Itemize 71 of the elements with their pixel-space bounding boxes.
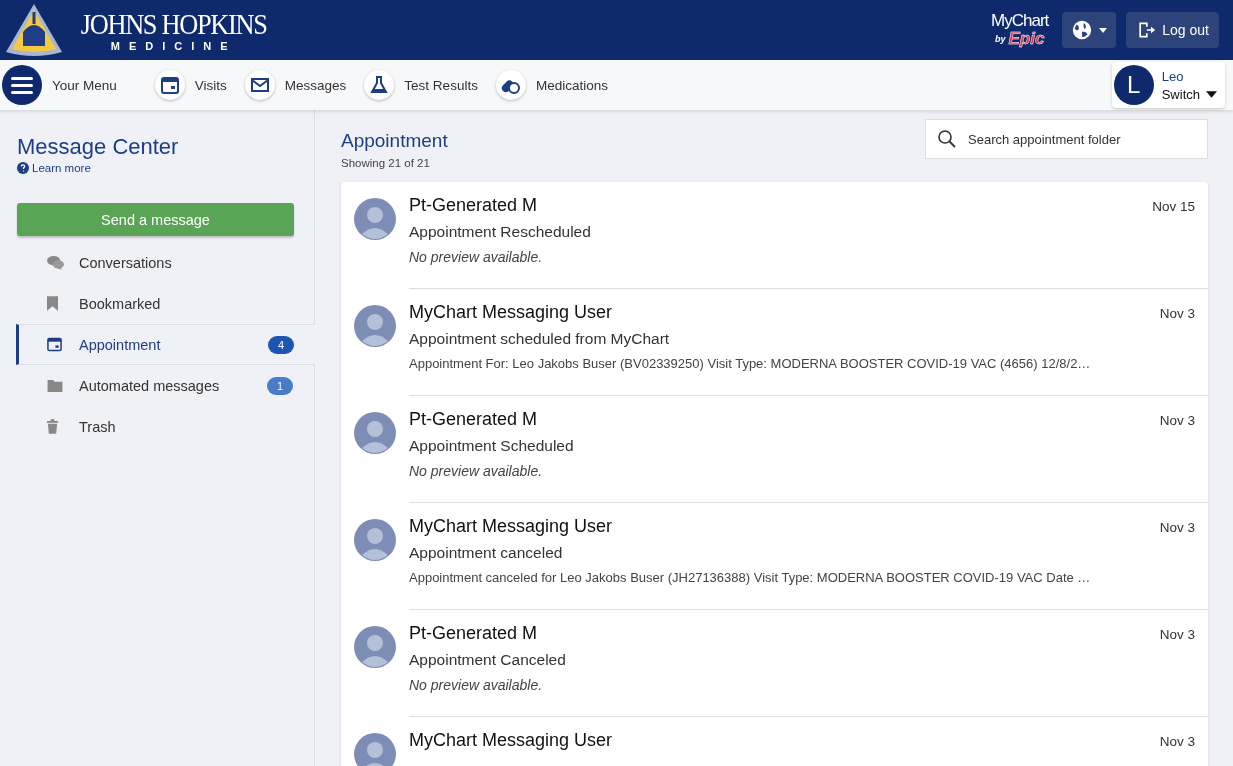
nav-link[interactable]: Test Results (364, 70, 478, 100)
flask-icon (369, 75, 390, 95)
switch-label: Switch (1161, 86, 1200, 102)
bookmark-icon (47, 296, 58, 311)
nav-link[interactable]: Messages (244, 70, 347, 100)
search-icon (937, 129, 957, 149)
calendar-icon (159, 75, 180, 95)
message-date: Nov 15 (1152, 199, 1195, 214)
message-subject: Appointment Rescheduled (409, 223, 592, 241)
user-initial: L (1113, 65, 1154, 105)
message-subject: Appointment Canceled (409, 651, 567, 669)
message-preview: No preview available. (409, 677, 544, 693)
message-sender[interactable]: MyChart Messaging User (409, 302, 613, 323)
brand-name: MyChart (991, 12, 1049, 30)
help-icon (17, 162, 29, 174)
folder-item[interactable]: Appointment 4 (16, 324, 315, 365)
folder-item[interactable]: Bookmarked (16, 283, 314, 324)
message-preview: Appointment canceled for Leo Jakobs Buser (JH27136388) Visit Type: MODERNA BOOSTER COVID-19 VAC Date … (409, 570, 1092, 585)
trash-icon (47, 419, 58, 434)
message-date: Nov 3 (1159, 520, 1195, 535)
message-subject: Appointment canceled (409, 544, 564, 562)
envelope-icon (249, 75, 270, 95)
folder-item[interactable]: Conversations (16, 242, 314, 283)
learn-more-link[interactable]: Learn more (17, 162, 91, 174)
chat-bubbles-icon (47, 255, 64, 270)
brand-vendor: Epic (1008, 30, 1045, 48)
search-field[interactable]: Search appointment folder (925, 119, 1208, 159)
language-button[interactable] (1062, 12, 1117, 48)
avatar-icon (354, 412, 396, 454)
message-preview: No preview available. (409, 463, 544, 479)
message-preview: No preview available. (409, 249, 544, 265)
message-subject: Appointment scheduled from MyChart (409, 330, 671, 348)
folder-item[interactable]: Automated messages 1 (16, 365, 314, 406)
folder-item[interactable]: Trash (16, 406, 314, 447)
logout-button[interactable]: Log out (1126, 12, 1219, 48)
message-sender[interactable]: Pt-Generated M (409, 623, 538, 644)
calendar-icon (47, 337, 62, 352)
folder-title: Appointment (341, 130, 448, 152)
result-count: Showing 21 of 21 (341, 157, 431, 169)
menu-button[interactable]: Your Menu (2, 65, 117, 105)
avatar-icon (354, 305, 396, 347)
user-name: Leo (1161, 68, 1184, 84)
message-preview: Appointment For: Leo Jakobs Buser (BV02339250) Visit Type: MODERNA BOOSTER COVID-19 VAC (4656) 12/8/2… (409, 356, 1092, 371)
account-switcher[interactable]: L Leo Switch (1111, 62, 1225, 108)
avatar-icon (354, 733, 396, 766)
folder-icon (47, 379, 63, 392)
sidebar-title: Message Center (17, 134, 180, 160)
shield-logo-icon (4, 2, 64, 58)
message-date: Nov 3 (1159, 306, 1195, 321)
avatar-icon (354, 626, 396, 668)
avatar-icon (354, 519, 396, 561)
caret-icon (1206, 90, 1217, 98)
nav-link[interactable]: Visits (154, 70, 227, 100)
globe-icon (1071, 19, 1094, 41)
message-sender[interactable]: Pt-Generated M (409, 409, 538, 430)
count-badge: 1 (266, 376, 293, 395)
message-date: Nov 3 (1159, 627, 1195, 642)
logo-subtitle: MEDICINE (110, 40, 237, 52)
caret-icon (1099, 27, 1108, 33)
nav-link[interactable]: Medications (495, 70, 608, 100)
message-date: Nov 3 (1159, 413, 1195, 428)
message-sender[interactable]: MyChart Messaging User (409, 730, 613, 751)
logo-title: JOHNS HOPKINS (80, 8, 267, 40)
avatar-icon (354, 198, 396, 240)
message-subject: Appointment Scheduled (409, 437, 575, 455)
count-badge: 4 (267, 335, 294, 354)
message-sender[interactable]: MyChart Messaging User (409, 516, 613, 537)
logout-icon (1136, 20, 1157, 40)
brand-by: by (994, 34, 1006, 44)
message-sender[interactable]: Pt-Generated M (409, 195, 538, 216)
message-date: Nov 3 (1159, 734, 1195, 749)
